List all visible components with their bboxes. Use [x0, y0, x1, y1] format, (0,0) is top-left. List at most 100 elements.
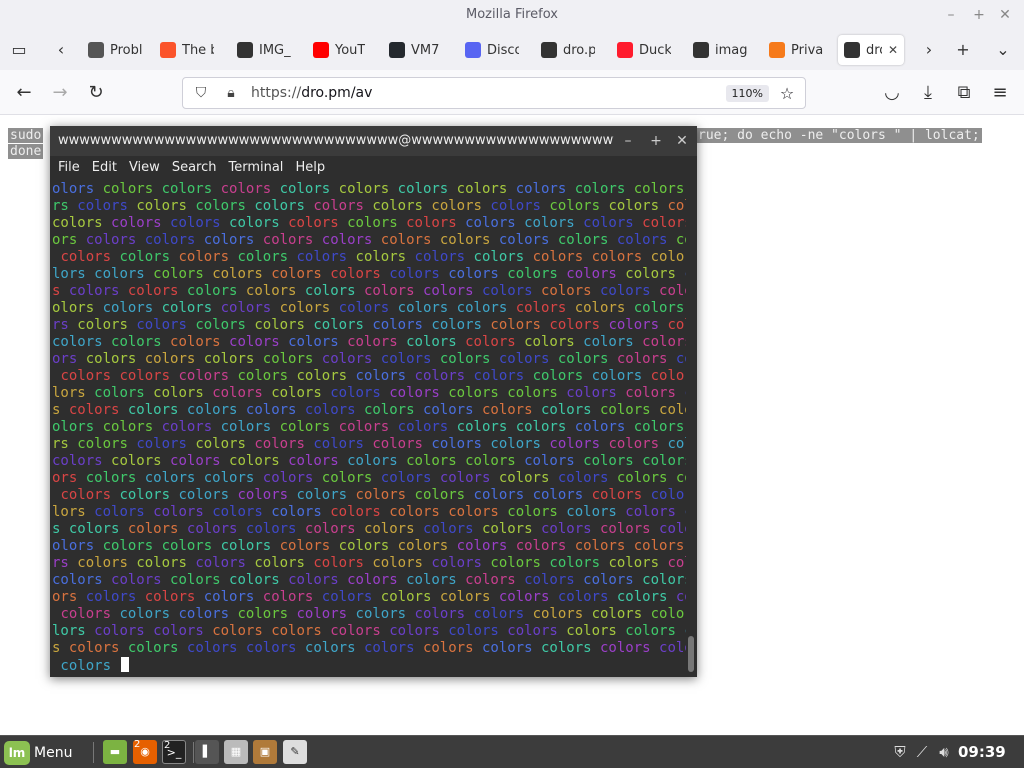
terminal-output-line: ors colors colors colors colors colors c… [52, 351, 686, 367]
terminal-close-button[interactable]: ✕ [672, 131, 692, 151]
tab-label: IMG_ [259, 42, 291, 58]
taskbar-clock[interactable]: 09:39 [958, 743, 1006, 761]
terminal-output-line: ors colors colors colors colors colors c… [52, 589, 686, 605]
terminal-output-line: lors colors colors colors colors colors … [52, 504, 686, 520]
window-terminal-icon[interactable]: ▌ [195, 740, 219, 764]
tab-overview-button[interactable]: ▭ [6, 38, 32, 62]
plus-icon: + [956, 40, 970, 59]
terminal-favicon [693, 42, 709, 58]
terminal-menu-search[interactable]: Search [166, 156, 223, 180]
terminal-scrollbar-thumb[interactable] [688, 636, 694, 672]
shield-tray-icon[interactable]: ⛨ [890, 741, 910, 763]
new-tab-button[interactable]: + [950, 38, 976, 62]
url-text[interactable]: https://dro.pm/av [251, 85, 726, 101]
terminal-output-line: rs colors colors colors colors colors co… [52, 555, 686, 571]
tab-scroll-left-button[interactable]: ‹ [48, 38, 74, 62]
downloads-button[interactable]: ⤓ [914, 79, 942, 107]
extensions-button[interactable]: ⧉ [950, 79, 978, 107]
info-icon [88, 42, 104, 58]
start-menu-button[interactable]: lm Menu [4, 739, 72, 766]
list-all-tabs-button[interactable]: ⌄ [990, 38, 1016, 62]
chevron-left-icon: ‹ [57, 40, 65, 59]
window-text-editor-icon[interactable]: ✎ [283, 740, 307, 764]
terminal-menu-terminal[interactable]: Terminal [222, 156, 289, 180]
terminal-output-line: ors colors colors colors colors colors c… [52, 232, 686, 248]
github-icon [389, 42, 405, 58]
url-bar[interactable]: ⛉ 🔒︎ https://dro.pm/av 110% ☆ [182, 77, 806, 109]
files-folder-icon[interactable]: ▬ [103, 740, 127, 764]
terminal-output-line: colors colors colors colors colors color… [52, 572, 686, 588]
download-icon: ⤓ [924, 82, 932, 103]
terminal-output-line: colors colors colors colors colors color… [52, 215, 686, 231]
terminal-output-line: ors colors colors colors colors colors c… [52, 470, 686, 486]
terminal-output-line: rs colors colors colors colors colors co… [52, 317, 686, 333]
tab-scroll-right-button[interactable]: › [916, 38, 942, 62]
command-text-line1: sudo [8, 128, 44, 143]
network-tray-icon[interactable]: ⟋ [912, 741, 932, 763]
forward-button[interactable]: → [46, 79, 74, 107]
terminal-menu-help[interactable]: Help [289, 156, 331, 180]
terminal-output-line: colors colors colors colors colors color… [60, 249, 686, 265]
window-app-grid-icon[interactable]: ▦ [224, 740, 248, 764]
back-button[interactable]: ← [10, 79, 38, 107]
linux-mint-logo-icon: lm [4, 740, 30, 765]
reload-button[interactable]: ↻ [82, 79, 110, 107]
terminal-output-line: lors colors colors colors colors colors … [52, 385, 686, 401]
window-archive-icon[interactable]: ▣ [253, 740, 277, 764]
tab-label: dro.p [563, 42, 595, 58]
terminal-titlebar[interactable]: wwwwwwwwwwwwwwwwwwwwwwwwwwwwwwww@wwwwwww… [50, 126, 697, 156]
tab-label: Priva [791, 42, 823, 58]
terminal-output-line: lors colors colors colors colors colors … [52, 266, 686, 282]
terminal-minimize-button[interactable]: – [618, 131, 638, 151]
volume-tray-icon[interactable]: 🔊︎ [934, 741, 954, 763]
terminal-favicon [237, 42, 253, 58]
tab-10[interactable]: Priva [763, 35, 823, 65]
terminal-scrollbar[interactable] [686, 180, 697, 677]
shield-icon[interactable]: ⛉ [189, 85, 213, 101]
pocket-button[interactable]: ◡ [878, 79, 906, 107]
terminal-menu-file[interactable]: File [52, 156, 86, 180]
tab-strip: ▭ ‹ Probl The b IMG_ YouT VM7 Disco dro.p Duck i… [0, 30, 1024, 70]
close-window-button[interactable]: ✕ [994, 4, 1016, 26]
tab-label: Duck [639, 42, 671, 58]
tab-label: VM7 [411, 42, 440, 58]
terminal-maximize-button[interactable]: + [646, 131, 666, 151]
terminal-menu-edit[interactable]: Edit [86, 156, 123, 180]
zoom-level-button[interactable]: 110% [725, 84, 769, 102]
terminal-output-line: olors colors colors colors colors colors… [52, 538, 685, 554]
tab-9[interactable]: imag [687, 35, 747, 65]
tab-tray-icon: ▭ [11, 40, 27, 59]
terminal-menu-view[interactable]: View [123, 156, 166, 180]
minimize-button[interactable]: – [940, 4, 962, 26]
terminal-cursor [121, 657, 130, 672]
tab-11[interactable]: dro ✕ [838, 35, 904, 65]
tab-1[interactable]: Probl [82, 35, 142, 65]
tab-2[interactable]: The b [154, 35, 214, 65]
chevron-down-icon: ⌄ [996, 40, 1010, 59]
maximize-button[interactable]: + [968, 4, 990, 26]
tab-5[interactable]: VM7 [383, 35, 443, 65]
terminal-output-line: s colors colors colors colors colors col… [52, 640, 686, 656]
lock-icon[interactable]: 🔒︎ [219, 85, 243, 101]
tab-label: Probl [110, 42, 142, 58]
terminal-output[interactable]: olors colors colors colors colors colors… [50, 180, 686, 677]
firefox-taskbar-icon[interactable]: 2 ◉ [133, 739, 157, 764]
discord-icon [465, 42, 481, 58]
terminal-title: wwwwwwwwwwwwwwwwwwwwwwwwwwwwwwww@wwwwwww… [58, 133, 614, 148]
bookmark-star-icon[interactable]: ☆ [775, 84, 799, 103]
tab-6[interactable]: Disco [459, 35, 519, 65]
tab-7[interactable]: dro.p [535, 35, 595, 65]
terminal-output-line: s colors colors colors colors colors col… [52, 283, 686, 299]
terminal-output-line: s colors colors colors colors colors col… [52, 521, 686, 537]
app-menu-button[interactable]: ≡ [986, 79, 1014, 107]
terminal-taskbar-icon[interactable]: 2 >_ [162, 740, 186, 764]
tab-8[interactable]: Duck [611, 35, 671, 65]
reload-icon: ↻ [88, 82, 104, 103]
close-tab-icon[interactable]: ✕ [888, 43, 904, 57]
taskbar-separator [193, 742, 194, 763]
tab-3[interactable]: IMG_ [231, 35, 291, 65]
tab-4[interactable]: YouT [307, 35, 367, 65]
terminal-window[interactable]: wwwwwwwwwwwwwwwwwwwwwwwwwwwwwwww@wwwwwww… [50, 126, 697, 677]
terminal-output-line: lors colors colors colors colors colors … [52, 623, 686, 639]
start-menu-label: Menu [34, 744, 73, 761]
